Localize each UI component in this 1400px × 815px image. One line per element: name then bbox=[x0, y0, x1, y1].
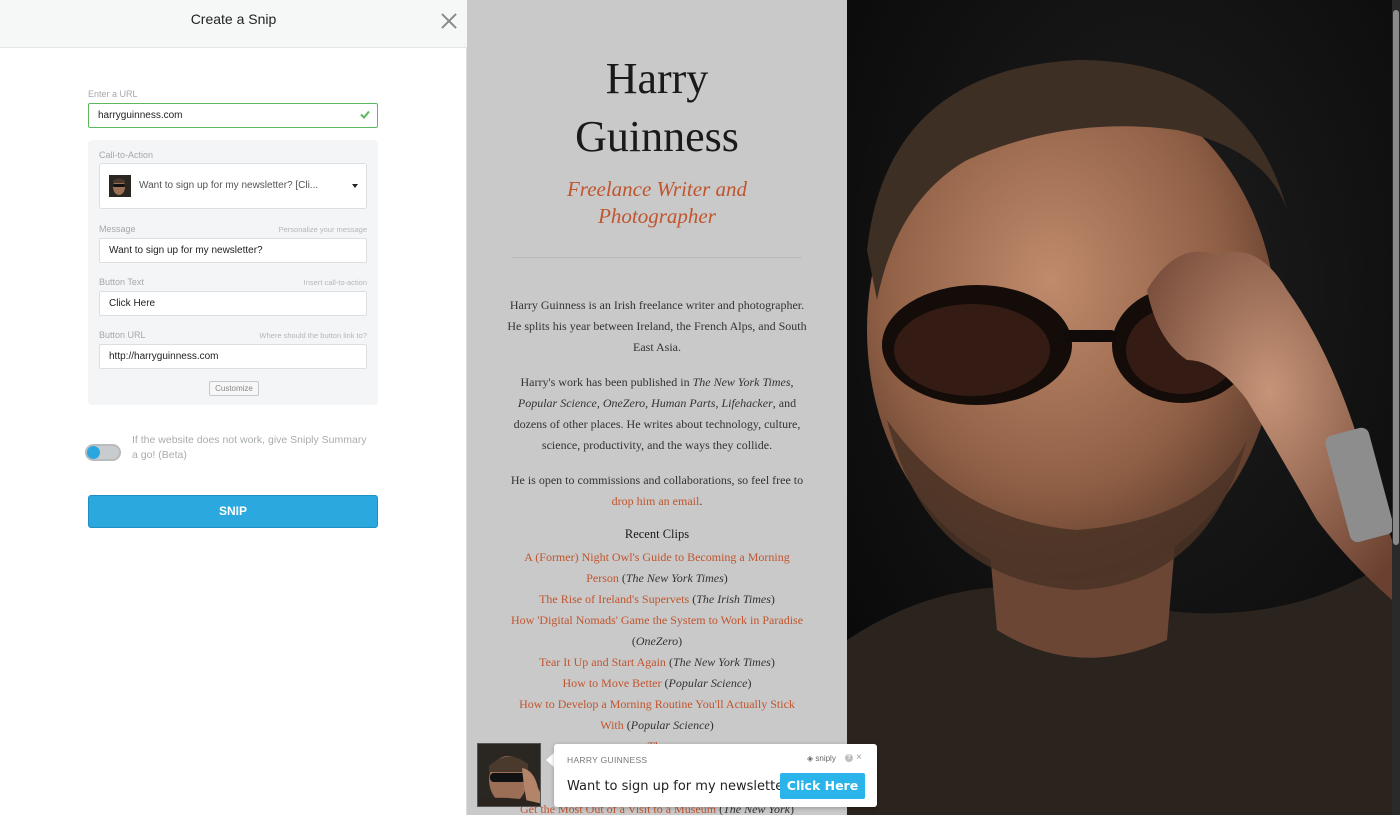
check-icon bbox=[360, 110, 370, 119]
recent-clips-heading: Recent Clips bbox=[624, 527, 690, 541]
summary-toggle[interactable] bbox=[85, 444, 121, 461]
clip-publication: The New York Times bbox=[672, 655, 771, 669]
popup-message: Want to sign up for my newsletter? bbox=[567, 779, 796, 794]
button-url-input[interactable] bbox=[99, 344, 367, 369]
site-name-line2: Guinness bbox=[575, 112, 739, 161]
cta-avatar bbox=[109, 175, 131, 197]
clip-paren: ( bbox=[623, 718, 631, 732]
bio2-pub: Human Parts bbox=[651, 396, 716, 410]
clip-link[interactable]: How to Move Better bbox=[563, 676, 662, 690]
clip-paren: ) bbox=[678, 634, 683, 648]
clip-paren: ( bbox=[665, 655, 673, 669]
button-text-input[interactable] bbox=[99, 291, 367, 316]
popup-cta-button[interactable]: Click Here bbox=[780, 773, 865, 799]
summary-toggle-text: If the website does not work, give Snipl… bbox=[132, 434, 367, 461]
message-hint[interactable]: Personalize your message bbox=[217, 225, 367, 234]
clip-item: How 'Digital Nomads' Game the System to … bbox=[507, 610, 807, 652]
clip-item: A (Former) Night Owl's Guide to Becoming… bbox=[507, 547, 807, 589]
snip-button[interactable]: SNIP bbox=[88, 495, 378, 528]
site-name: Harry Guinness bbox=[467, 50, 847, 166]
url-input[interactable] bbox=[88, 103, 378, 128]
popup-name: HARRY GUINNESS bbox=[567, 755, 648, 765]
toggle-knob bbox=[87, 446, 100, 459]
site-tagline: Freelance Writer and Photographer bbox=[566, 177, 747, 228]
clip-paren: ( bbox=[661, 676, 669, 690]
site-bio-3: He is open to commissions and collaborat… bbox=[507, 470, 807, 512]
clip-paren: ) bbox=[747, 676, 752, 690]
button-url-hint: Where should the button link to? bbox=[259, 331, 367, 340]
bio2-pub: OneZero bbox=[602, 396, 646, 410]
popup-avatar bbox=[477, 743, 541, 807]
sniply-popup: HARRY GUINNESS ◈ sniply ? × Want to sign… bbox=[554, 744, 877, 807]
site-bio-1: Harry Guinness is an Irish freelance wri… bbox=[507, 298, 807, 354]
clip-paren: ) bbox=[723, 571, 728, 585]
bio3-intro: He is open to commissions and collaborat… bbox=[510, 473, 804, 487]
message-input[interactable] bbox=[99, 238, 367, 263]
bio2-pub: Popular Science bbox=[517, 396, 597, 410]
page-scrollbar[interactable] bbox=[1392, 0, 1400, 815]
website-preview: Harry Guinness Freelance Writer and Phot… bbox=[467, 0, 847, 815]
panel-title: Create a Snip bbox=[190, 11, 277, 27]
site-divider bbox=[512, 257, 802, 258]
clip-link[interactable]: The Rise of Ireland's Supervets bbox=[539, 592, 689, 606]
url-label: Enter a URL bbox=[88, 89, 138, 99]
cta-label: Call-to-Action bbox=[99, 150, 154, 160]
clip-item: How to Move Better (Popular Science) bbox=[507, 673, 807, 694]
clip-publication: Popular Science bbox=[668, 676, 748, 690]
cta-selected-text: Want to sign up for my newsletter? [Cli.… bbox=[139, 180, 319, 191]
button-url-label: Button URL bbox=[99, 330, 146, 340]
create-snip-panel: Create a Snip Enter a URL Call-to-Action… bbox=[0, 0, 467, 815]
close-icon[interactable] bbox=[440, 12, 458, 30]
button-text-label: Button Text bbox=[99, 277, 144, 287]
scrollbar-thumb[interactable] bbox=[1393, 10, 1399, 545]
clip-item: The Rise of Ireland's Supervets (The Iri… bbox=[507, 589, 807, 610]
clip-paren: ) bbox=[770, 592, 775, 606]
message-label: Message bbox=[99, 224, 136, 234]
clip-publication: Popular Science bbox=[630, 718, 710, 732]
clip-item: Tear It Up and Start Again (The New York… bbox=[507, 652, 807, 673]
email-link[interactable]: drop him an email bbox=[612, 494, 700, 508]
clip-link[interactable]: How 'Digital Nomads' Game the System to … bbox=[511, 613, 803, 627]
clip-paren: ( bbox=[618, 571, 626, 585]
clip-publication: The New York Times bbox=[625, 571, 724, 585]
sniply-brand[interactable]: ◈ sniply bbox=[807, 754, 836, 763]
portrait-photo bbox=[847, 0, 1392, 815]
clip-paren: ) bbox=[709, 718, 714, 732]
site-bio-2: Harry's work has been published in The N… bbox=[513, 375, 801, 452]
panel-header: Create a Snip bbox=[0, 0, 467, 48]
cta-select[interactable]: Want to sign up for my newsletter? [Cli.… bbox=[99, 163, 367, 209]
clip-publication: The Irish Times bbox=[696, 592, 771, 606]
chevron-down-icon bbox=[352, 184, 358, 188]
popup-close-icon[interactable]: × bbox=[856, 752, 862, 763]
clip-link[interactable]: Tear It Up and Start Again bbox=[539, 655, 666, 669]
clip-item: How to Develop a Morning Routine You'll … bbox=[507, 694, 807, 736]
clip-publication: OneZero bbox=[635, 634, 679, 648]
portrait-image bbox=[847, 0, 1392, 815]
bio3-end: . bbox=[699, 494, 703, 508]
button-text-hint[interactable]: Insert call-to-action bbox=[217, 278, 367, 287]
site-name-line1: Harry bbox=[605, 54, 709, 103]
customize-button[interactable]: Customize bbox=[209, 381, 259, 396]
help-icon[interactable]: ? bbox=[845, 754, 853, 762]
bio2-pub: The New York Times bbox=[692, 375, 791, 389]
clip-paren: ) bbox=[770, 655, 775, 669]
bio2-pub: Lifehacker bbox=[721, 396, 773, 410]
sniply-brand-text: sniply bbox=[815, 754, 836, 763]
bio2-intro: Harry's work has been published in bbox=[520, 375, 693, 389]
